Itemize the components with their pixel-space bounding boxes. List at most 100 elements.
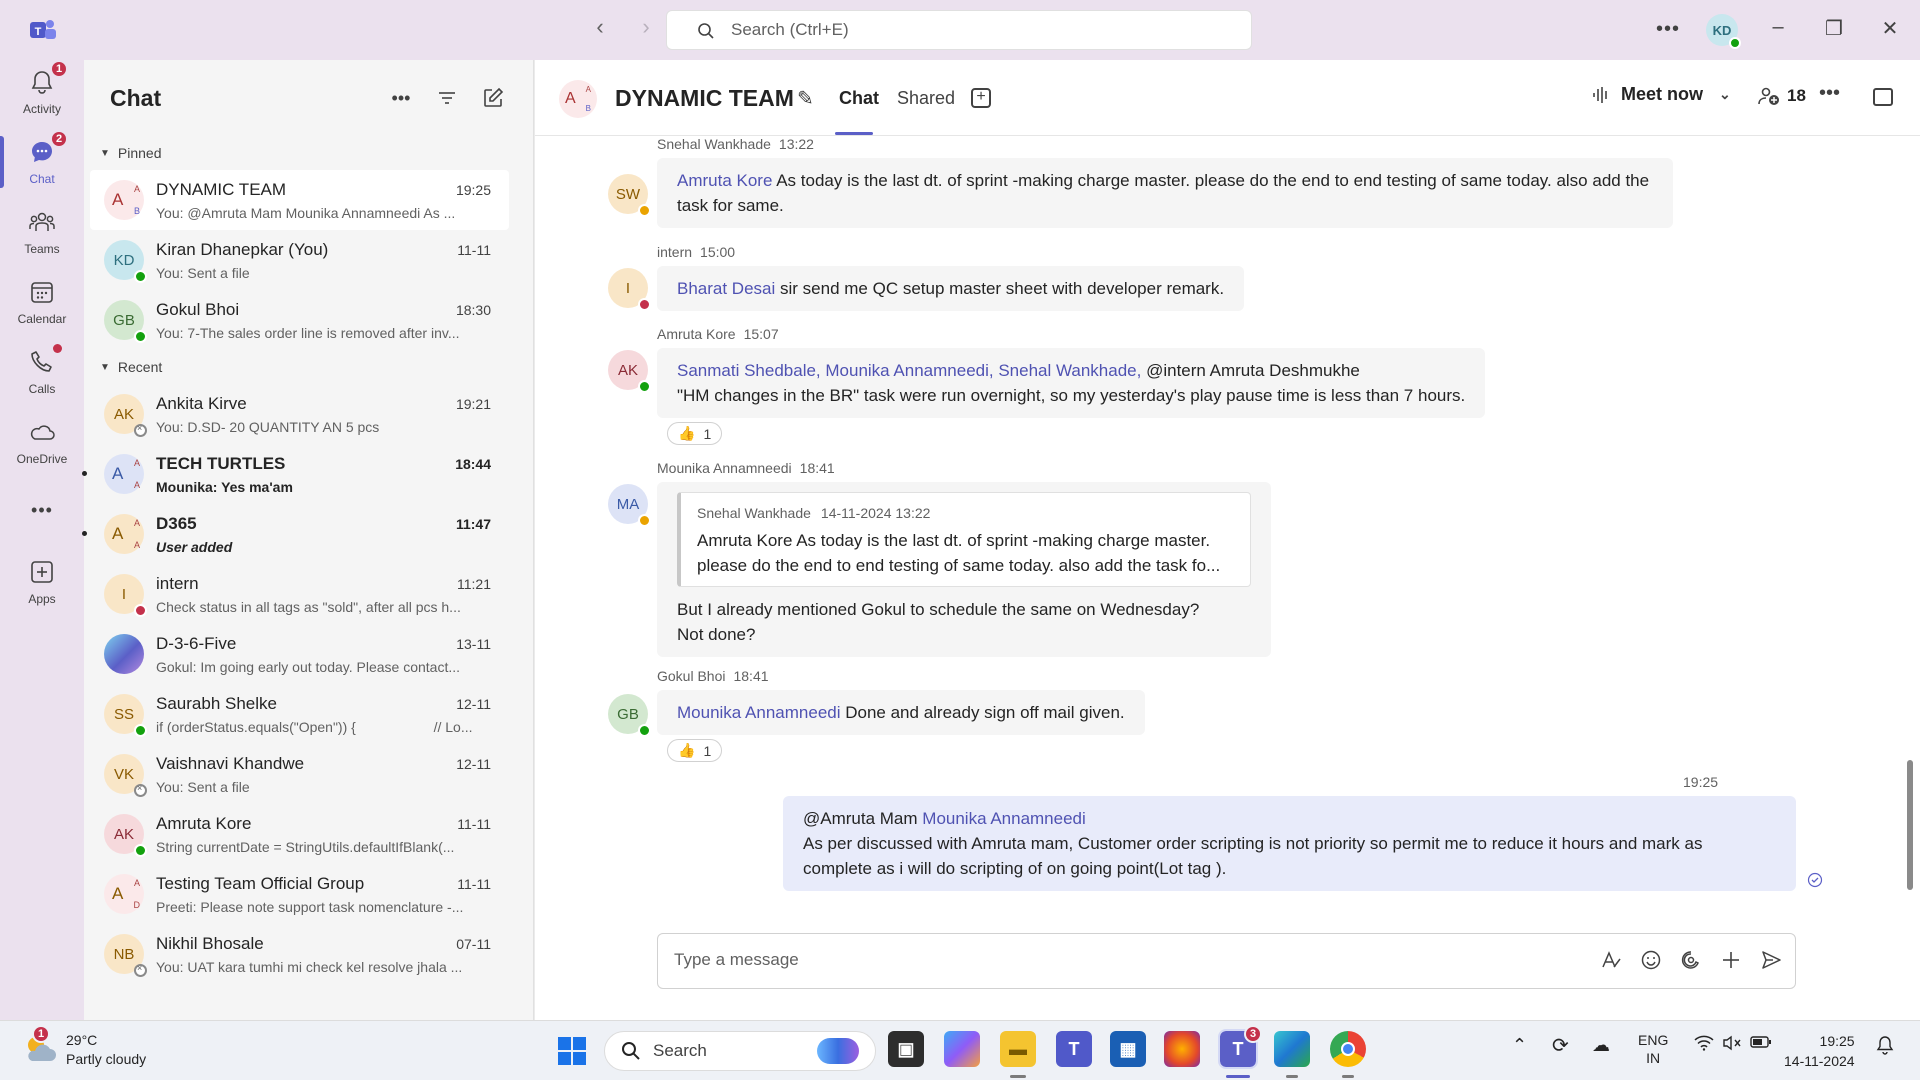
chat-item-amruta[interactable]: AK Amruta Kore 11-11 String currentDate … <box>90 804 509 864</box>
file-explorer-icon[interactable]: ▬ <box>1000 1031 1036 1067</box>
chat-item-saurabh[interactable]: SS Saurabh Shelke 12-11 if (orderStatus.… <box>90 684 509 744</box>
rail-item-onedrive[interactable]: OneDrive <box>0 418 84 466</box>
copilot-icon[interactable] <box>944 1031 980 1067</box>
taskbar-search[interactable]: Search <box>604 1031 876 1071</box>
rail-item-activity[interactable]: 1 Activity <box>0 60 84 116</box>
close-icon[interactable]: ✕ <box>1878 16 1902 41</box>
chat-time: 11-11 <box>457 242 491 258</box>
edit-pencil-icon[interactable]: ✎ <box>797 86 814 111</box>
mention[interactable]: Mounika Annamneedi <box>677 703 841 722</box>
tab-shared[interactable]: Shared <box>897 88 955 109</box>
more-options-icon[interactable]: ••• <box>389 86 413 110</box>
more-apps-button[interactable]: ••• <box>0 496 84 524</box>
like-reaction[interactable]: 👍 1 <box>667 739 723 762</box>
chat-item-kiran[interactable]: KD Kiran Dhanepkar (You) 11-11 You: Sent… <box>90 230 509 290</box>
message-bubble[interactable]: Snehal Wankhade 14-11-2024 13:22 Amruta K… <box>657 482 1271 657</box>
weather-widget[interactable]: 1 29°C Partly cloudy <box>22 1025 146 1069</box>
chat-item-gokul[interactable]: GB Gokul Bhoi 18:30 You: 7-The sales ord… <box>90 290 509 350</box>
recent-section-header[interactable]: ▼ Recent <box>84 350 533 384</box>
message-bubble[interactable]: Mounika Annamneedi Done and already sign… <box>657 690 1145 735</box>
new-chat-icon[interactable] <box>481 86 505 110</box>
sync-icon[interactable]: ⟳ <box>1552 1033 1569 1058</box>
message-input[interactable] <box>674 950 1554 970</box>
rail-item-teams[interactable]: Teams <box>0 208 84 256</box>
away-status-icon <box>638 514 651 527</box>
chat-item-ankita[interactable]: AK Ankita Kirve 19:21 You: D.SD- 20 QUAN… <box>90 384 509 444</box>
taskbar-search-label: Search <box>653 1041 707 1060</box>
start-button[interactable] <box>556 1035 588 1067</box>
loop-icon[interactable] <box>1679 948 1703 972</box>
add-tab-icon[interactable]: + <box>971 88 991 108</box>
filter-icon[interactable] <box>435 86 459 110</box>
teams-classic-icon[interactable]: T <box>1056 1031 1092 1067</box>
battery-icon[interactable] <box>1750 1035 1772 1052</box>
minimize-icon[interactable]: – <box>1766 16 1790 41</box>
mention[interactable]: Mounika Annamneedi <box>922 809 1086 828</box>
notifications-bell-icon[interactable] <box>1876 1035 1894 1060</box>
language-indicator[interactable]: ENG IN <box>1638 1031 1668 1067</box>
tab-chat[interactable]: Chat <box>839 88 879 109</box>
rail-item-apps[interactable]: Apps <box>0 558 84 606</box>
user-avatar[interactable]: KD <box>1706 14 1741 49</box>
message-bubble[interactable]: Amruta Kore As today is the last dt. of … <box>657 158 1673 228</box>
unread-dot <box>82 471 87 476</box>
onedrive-offline-icon[interactable]: ☁ <box>1592 1035 1610 1056</box>
pinned-section-header[interactable]: ▼ Pinned <box>84 136 533 170</box>
send-icon[interactable] <box>1759 948 1783 972</box>
back-arrow-icon[interactable]: ‹ <box>588 14 612 40</box>
clock[interactable]: 19:25 14-11-2024 <box>1784 1031 1855 1071</box>
like-reaction[interactable]: 👍 1 <box>667 422 723 445</box>
store-icon[interactable]: ▦ <box>1110 1031 1146 1067</box>
chat-item-dynamic-team[interactable]: AAB DYNAMIC TEAM 19:25 You: @Amruta Mam … <box>90 170 509 230</box>
task-view-icon[interactable]: ▣ <box>888 1031 924 1067</box>
forward-arrow-icon[interactable]: › <box>634 14 658 40</box>
emoji-icon[interactable] <box>1639 948 1663 972</box>
chat-item-intern[interactable]: I intern 11:21 Check status in all tags … <box>90 564 509 624</box>
weather-icon: 1 <box>22 1025 58 1067</box>
mention[interactable]: Sanmati Shedbale, Mounika Annamneedi, Sn… <box>677 361 1141 380</box>
message-bubble[interactable]: Sanmati Shedbale, Mounika Annamneedi, Sn… <box>657 348 1486 418</box>
chrome-icon[interactable] <box>1330 1031 1366 1067</box>
avatar: SS <box>104 694 147 737</box>
avatar: KD <box>104 240 147 283</box>
message-meta: Snehal Wankhade 13:22 <box>657 136 1673 152</box>
restore-icon[interactable]: ❐ <box>1822 16 1846 41</box>
clock-time: 19:25 <box>1819 1033 1855 1049</box>
chat-item-d365[interactable]: AAA D365 11:47 User added <box>82 504 509 564</box>
more-options-icon[interactable]: ••• <box>1819 82 1840 105</box>
compose-box[interactable] <box>657 933 1796 989</box>
rail-item-calendar[interactable]: Calendar <box>0 278 84 326</box>
firefox-icon[interactable] <box>1164 1031 1200 1067</box>
mention[interactable]: Amruta Kore <box>677 171 772 190</box>
edge-icon[interactable] <box>1274 1031 1310 1067</box>
message-bubble[interactable]: Bharat Desai sir send me QC setup master… <box>657 266 1245 311</box>
teams-icon[interactable]: T3 <box>1218 1025 1262 1069</box>
volume-muted-icon[interactable] <box>1722 1035 1742 1054</box>
add-attachment-icon[interactable] <box>1719 948 1743 972</box>
my-message-bubble[interactable]: @Amruta Mam Mounika Annamneedi As per di… <box>783 796 1796 891</box>
chat-item-d-3-6-five[interactable]: D-3-6-Five 13-11 Gokul: Im going early o… <box>90 624 509 684</box>
chat-item-tech-turtles[interactable]: AAA TECH TURTLES 18:44 Mounika: Yes ma'a… <box>82 444 509 504</box>
participants-button[interactable]: 18 <box>1757 86 1806 106</box>
chat-item-testing-team[interactable]: AAD Testing Team Official Group 11-11 Pr… <box>90 864 509 924</box>
format-icon[interactable] <box>1599 948 1623 972</box>
chat-item-vaishnavi[interactable]: VK Vaishnavi Khandwe 12-11 You: Sent a f… <box>90 744 509 804</box>
rail-item-calls[interactable]: Calls <box>0 344 84 396</box>
rail-label: Teams <box>24 242 60 256</box>
side-panel-icon[interactable] <box>1873 88 1893 106</box>
show-hidden-icons[interactable]: ⌃ <box>1512 1035 1527 1056</box>
rail-item-chat[interactable]: 2 Chat <box>0 130 84 186</box>
search-bar[interactable]: Search (Ctrl+E) <box>666 10 1252 50</box>
quoted-reply[interactable]: Snehal Wankhade 14-11-2024 13:22 Amruta K… <box>677 492 1251 587</box>
chat-preview: You: 7-The sales order line is removed a… <box>156 325 460 341</box>
chat-preview: Check status in all tags as "sold", afte… <box>156 599 461 615</box>
mention[interactable]: Bharat Desai <box>677 279 775 298</box>
wifi-icon[interactable] <box>1694 1035 1714 1056</box>
chevron-down-icon[interactable]: ⌄ <box>1719 86 1731 103</box>
meet-now-button[interactable]: Meet now ⌄ <box>1591 84 1731 105</box>
scrollbar-thumb[interactable] <box>1907 760 1913 890</box>
chat-item-nikhil[interactable]: NB Nikhil Bhosale 07-11 You: UAT kara tu… <box>90 924 509 984</box>
chat-name: Amruta Kore <box>156 814 252 833</box>
more-options-icon[interactable]: ••• <box>1656 18 1680 41</box>
bell-icon: 1 <box>28 60 68 96</box>
